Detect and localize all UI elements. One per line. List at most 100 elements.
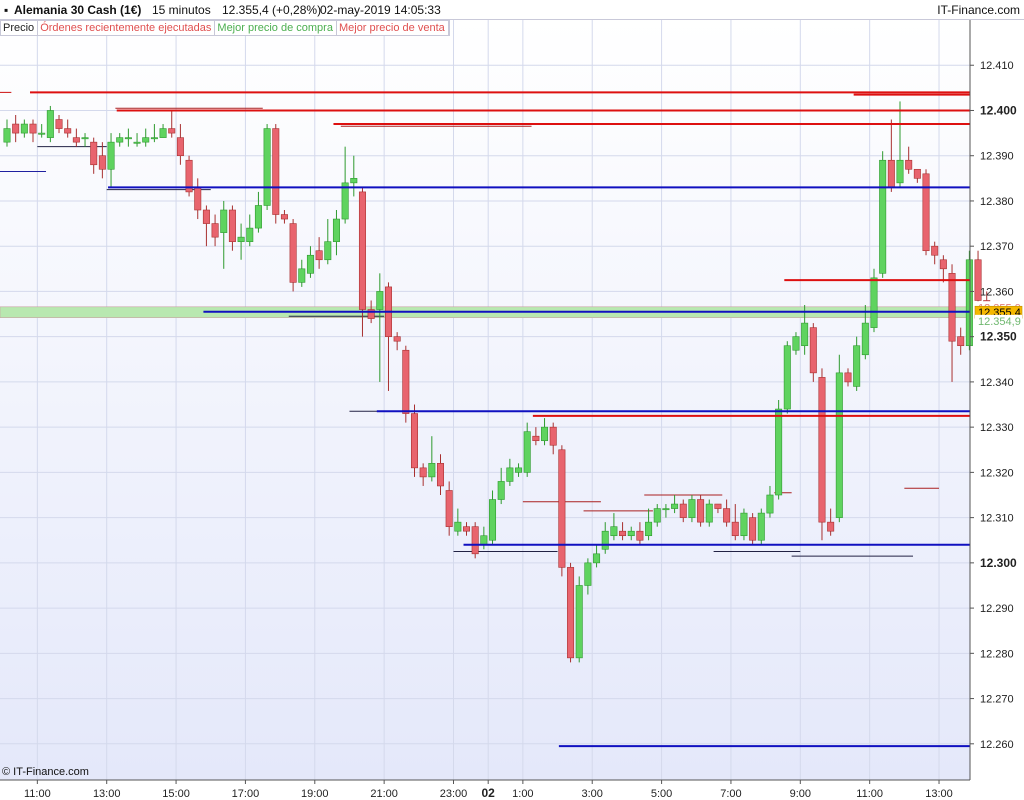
candle-down [64, 128, 72, 134]
instrument-name: Alemania 30 Cash (1€) [14, 3, 142, 17]
y-tick-label: 12.400 [980, 103, 1017, 117]
y-tick-label: 12.320 [980, 467, 1014, 479]
candle-up [801, 322, 809, 347]
y-axis-background [970, 20, 1024, 780]
x-tick-label: 9:00 [790, 788, 811, 800]
y-tick-label: 12.310 [980, 513, 1014, 525]
candle-up [593, 553, 601, 564]
candle-up [38, 132, 46, 135]
x-tick-label: 13:00 [925, 788, 953, 800]
candle-up [107, 141, 115, 170]
y-tick-label: 12.360 [980, 286, 1014, 298]
price-label-text: 12.354,9 [978, 316, 1021, 328]
candle-up [142, 137, 150, 143]
candle-up [705, 503, 713, 523]
candle-down [679, 503, 687, 518]
y-tick-label: 12.270 [980, 694, 1014, 706]
candle-down [818, 377, 826, 523]
candle-up [965, 259, 973, 347]
candle-down [228, 209, 236, 242]
timeframe: 15 minutos [152, 3, 211, 17]
legend-recent-orders[interactable]: Órdenes recientemente ejecutadas [38, 21, 216, 35]
price-labels: 12.355,912.355,412.354,9 [974, 301, 1023, 328]
x-tick-label: 21:00 [370, 788, 398, 800]
x-tick-label: 5:00 [651, 788, 672, 800]
candle-up [263, 128, 271, 206]
candle-down [567, 567, 575, 659]
y-tick-label: 12.260 [980, 739, 1014, 751]
y-tick-label: 12.330 [980, 422, 1014, 434]
x-tick-label: 17:00 [232, 788, 260, 800]
candle-up [254, 205, 262, 229]
candle-up [740, 512, 748, 537]
x-tick-label: 23:00 [440, 788, 468, 800]
candle-down [90, 141, 98, 166]
brand-name: IT-Finance.com [937, 3, 1020, 17]
candle-up [237, 236, 245, 242]
y-tick-label: 12.370 [980, 241, 1014, 253]
y-tick-label: 12.350 [980, 330, 1017, 344]
candle-down [619, 530, 627, 537]
candle-up [671, 503, 679, 509]
candle-down [12, 123, 20, 134]
candle-down [749, 517, 757, 541]
legend-price[interactable]: Precio [1, 21, 39, 35]
y-tick-label: 12.290 [980, 603, 1014, 615]
candle-up [159, 128, 167, 138]
candle-up [246, 227, 254, 242]
candle-down [809, 327, 817, 374]
candle-up [376, 291, 384, 310]
legend-best-ask[interactable]: Mejor precio de venta [337, 21, 449, 35]
candle-up [515, 467, 523, 473]
legend-best-bid[interactable]: Mejor precio de compra [215, 21, 337, 35]
candle-up [150, 137, 158, 140]
candle-up [541, 426, 549, 442]
candle-down [636, 530, 644, 541]
candle-up [81, 137, 89, 140]
x-tick-label: 11:00 [24, 788, 51, 800]
candle-up [497, 481, 505, 500]
candle-up [20, 123, 28, 134]
candle-up [610, 526, 618, 537]
chart-header: ▪ Alemania 30 Cash (1€) 15 minutos 12.35… [0, 0, 1024, 20]
candle-down [445, 490, 453, 527]
chart-legend: Precio Órdenes recientemente ejecutadas … [0, 20, 450, 36]
candle-up [653, 508, 661, 523]
candle-down [280, 214, 288, 220]
candle-up [133, 141, 141, 144]
candle-down [887, 159, 895, 188]
candle-up [662, 508, 670, 511]
candle-up [454, 521, 462, 532]
y-tick-label: 12.380 [980, 196, 1014, 208]
candle-up [3, 128, 11, 143]
candle-down [532, 435, 540, 442]
candle-down [697, 499, 705, 523]
candle-down [393, 336, 401, 342]
y-tick-label: 12.280 [980, 648, 1014, 660]
candle-up [332, 218, 340, 242]
x-tick-label: 7:00 [720, 788, 741, 800]
y-tick-label: 12.300 [980, 556, 1017, 570]
candle-up [116, 137, 124, 143]
candle-up [584, 562, 592, 586]
candle-down [549, 426, 557, 446]
candle-down [272, 128, 280, 215]
x-tick-label: 1:00 [512, 788, 533, 800]
candle-up [853, 345, 861, 387]
candle-down [55, 119, 63, 129]
last-quote: 12.355,4 (+0,28%) [222, 3, 322, 17]
x-tick-label: 3:00 [582, 788, 603, 800]
candle-up [775, 408, 783, 496]
candle-up [575, 585, 583, 659]
candle-down [98, 155, 106, 170]
candle-up [306, 254, 314, 274]
candle-down [410, 413, 418, 469]
candle-down [714, 503, 722, 509]
candle-up [46, 110, 54, 138]
price-chart[interactable]: 12.410 12.400 12.390 12.380 12.370 12.360 12.3… [0, 0, 1024, 800]
x-tick-label: 02 [482, 786, 496, 800]
candle-down [72, 137, 80, 143]
candle-down [844, 372, 852, 383]
candle-up [792, 336, 800, 351]
candle-up [601, 530, 609, 550]
